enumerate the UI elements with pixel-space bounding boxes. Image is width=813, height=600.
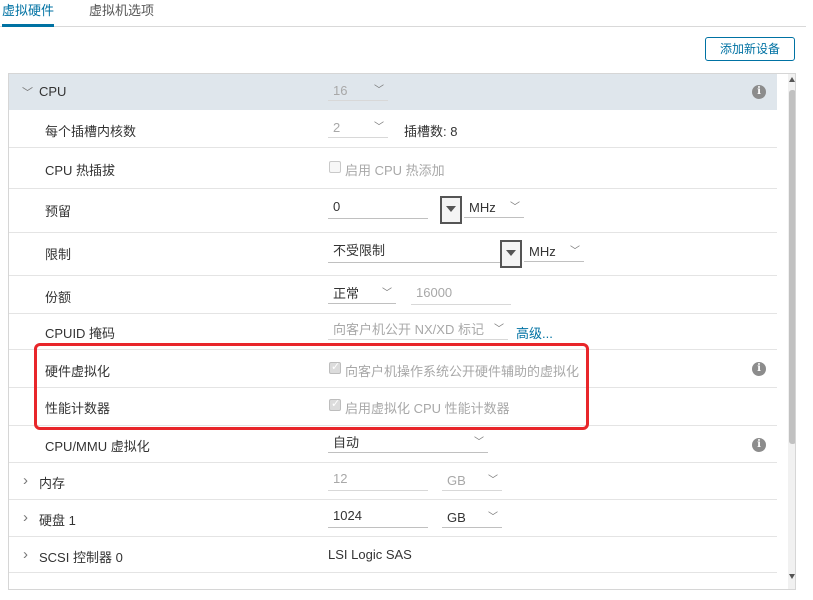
cpuid-advanced-link[interactable]: 高级...	[516, 323, 553, 342]
hard-disk-label: 硬盘 1	[39, 513, 76, 528]
hard-disk-row[interactable]: › 硬盘 1 1024 GB ﹀	[9, 500, 777, 537]
cores-per-socket-select[interactable]: 2 ﹀	[328, 118, 388, 138]
hardware-virtualization-checkbox[interactable]	[329, 360, 341, 374]
shares-value: 正常	[333, 286, 360, 301]
chevron-down-icon: ﹀	[374, 85, 384, 96]
hard-disk-size-input[interactable]: 1024	[328, 506, 428, 528]
chevron-right-icon[interactable]: ›	[23, 509, 28, 526]
scroll-down-arrow-icon[interactable]	[789, 574, 795, 579]
reservation-label: 预留	[45, 204, 72, 219]
limit-row: 限制 不受限制 MHz ﹀	[9, 233, 777, 276]
caret-down-icon	[446, 206, 456, 212]
cpu-mmu-virtualization-value: 自动	[333, 435, 360, 450]
cpuid-mask-label: CPUID 掩码	[45, 326, 116, 341]
performance-counters-checkbox[interactable]	[329, 397, 341, 411]
cpu-hotplug-row: CPU 热插拔 启用 CPU 热添加	[9, 148, 777, 189]
shares-row: 份额 正常 ﹀ 16000	[9, 276, 777, 314]
hardware-virtualization-text: 向客户机操作系统公开硬件辅助的虚拟化	[345, 364, 580, 379]
reservation-unit: MHz	[469, 200, 496, 215]
reservation-unit-select[interactable]: MHz ﹀	[464, 198, 524, 218]
performance-counters-text: 启用虚拟化 CPU 性能计数器	[345, 401, 510, 416]
hard-disk-unit: GB	[447, 510, 466, 525]
cpu-count-value: 16	[333, 83, 348, 98]
add-new-device-button[interactable]: 添加新设备	[705, 37, 795, 61]
sockets-count: 插槽数: 8	[404, 124, 458, 139]
chevron-down-icon: ﹀	[492, 320, 504, 339]
info-icon[interactable]: i	[752, 438, 766, 452]
info-icon[interactable]: i	[752, 362, 766, 376]
limit-dropdown-button[interactable]	[500, 240, 522, 268]
chevron-right-icon[interactable]: ›	[23, 546, 28, 563]
cpuid-mask-value: 向客户机公开 NX/XD 标记	[333, 322, 484, 337]
hardware-virtualization-label: 硬件虚拟化	[45, 364, 111, 379]
chevron-down-icon: ﹀	[510, 202, 520, 213]
cpu-header-row[interactable]: ﹀ CPU 16 ﹀ i	[9, 74, 777, 110]
cpuid-mask-select[interactable]: 向客户机公开 NX/XD 标记 ﹀	[328, 320, 508, 340]
cpu-mmu-virtualization-row: CPU/MMU 虚拟化 自动 ﹀ i	[9, 426, 777, 463]
cores-per-socket-value: 2	[333, 120, 341, 135]
limit-input[interactable]: 不受限制	[328, 241, 500, 263]
chevron-down-icon[interactable]: ﹀	[22, 84, 33, 100]
scsi-controller-type: LSI Logic SAS	[328, 547, 412, 562]
performance-counters-row: 性能计数器 启用虚拟化 CPU 性能计数器	[9, 388, 777, 426]
cpu-title: CPU	[39, 84, 67, 99]
memory-unit-select[interactable]: GB ﹀	[442, 471, 502, 491]
info-icon[interactable]: i	[752, 85, 766, 99]
tab-bar: 虚拟硬件 虚拟机选项	[0, 0, 806, 27]
scrollbar-thumb[interactable]	[789, 90, 795, 444]
chevron-down-icon: ﹀	[382, 288, 392, 299]
memory-input[interactable]: 12	[328, 469, 428, 491]
cpu-count-select[interactable]: 16 ﹀	[328, 81, 388, 101]
vertical-scrollbar[interactable]	[788, 74, 795, 589]
chevron-down-icon: ﹀	[488, 475, 498, 486]
shares-number-input[interactable]: 16000	[411, 283, 511, 305]
limit-unit-select[interactable]: MHz ﹀	[524, 242, 584, 262]
caret-down-icon	[506, 250, 516, 256]
shares-label: 份额	[45, 290, 72, 305]
chevron-right-icon[interactable]: ›	[23, 472, 28, 489]
hardware-virtualization-row: 硬件虚拟化 向客户机操作系统公开硬件辅助的虚拟化 i	[9, 350, 777, 388]
chevron-down-icon: ﹀	[374, 122, 384, 133]
chevron-down-icon: ﹀	[474, 437, 484, 448]
reservation-input[interactable]: 0	[328, 197, 428, 219]
tab-vm-options[interactable]: 虚拟机选项	[89, 2, 154, 27]
hardware-panel: ﹀ CPU 16 ﹀ i 每个插槽内核数 2 ﹀ 插槽数: 8 CPU 热插拔 …	[8, 73, 796, 590]
shares-select[interactable]: 正常 ﹀	[328, 284, 396, 304]
reservation-row: 预留 0 MHz ﹀	[9, 189, 777, 233]
cpuid-mask-row: CPUID 掩码 向客户机公开 NX/XD 标记 ﹀ 高级...	[9, 314, 777, 350]
memory-label: 内存	[39, 476, 66, 491]
reservation-dropdown-button[interactable]	[440, 196, 462, 224]
scsi-controller-label: SCSI 控制器 0	[39, 550, 123, 565]
scroll-up-arrow-icon[interactable]	[789, 77, 795, 82]
cpu-hotplug-label: CPU 热插拔	[45, 163, 116, 178]
chevron-down-icon: ﹀	[570, 246, 580, 257]
chevron-down-icon: ﹀	[488, 512, 498, 523]
cpu-mmu-virtualization-select[interactable]: 自动 ﹀	[328, 433, 488, 453]
limit-label: 限制	[45, 247, 72, 262]
cpu-hot-add-checkbox[interactable]	[329, 161, 341, 173]
scsi-controller-row[interactable]: › SCSI 控制器 0 LSI Logic SAS	[9, 537, 777, 573]
memory-row[interactable]: › 内存 12 GB ﹀	[9, 463, 777, 500]
performance-counters-label: 性能计数器	[45, 401, 111, 416]
limit-unit: MHz	[529, 244, 556, 259]
memory-unit: GB	[447, 473, 466, 488]
cpu-mmu-virtualization-label: CPU/MMU 虚拟化	[45, 439, 150, 454]
cores-per-socket-row: 每个插槽内核数 2 ﹀ 插槽数: 8	[9, 110, 777, 148]
cpu-hot-add-label: 启用 CPU 热添加	[345, 163, 445, 178]
cores-per-socket-label: 每个插槽内核数	[45, 124, 137, 139]
hard-disk-unit-select[interactable]: GB ﹀	[442, 508, 502, 528]
tab-virtual-hardware[interactable]: 虚拟硬件	[2, 2, 55, 27]
